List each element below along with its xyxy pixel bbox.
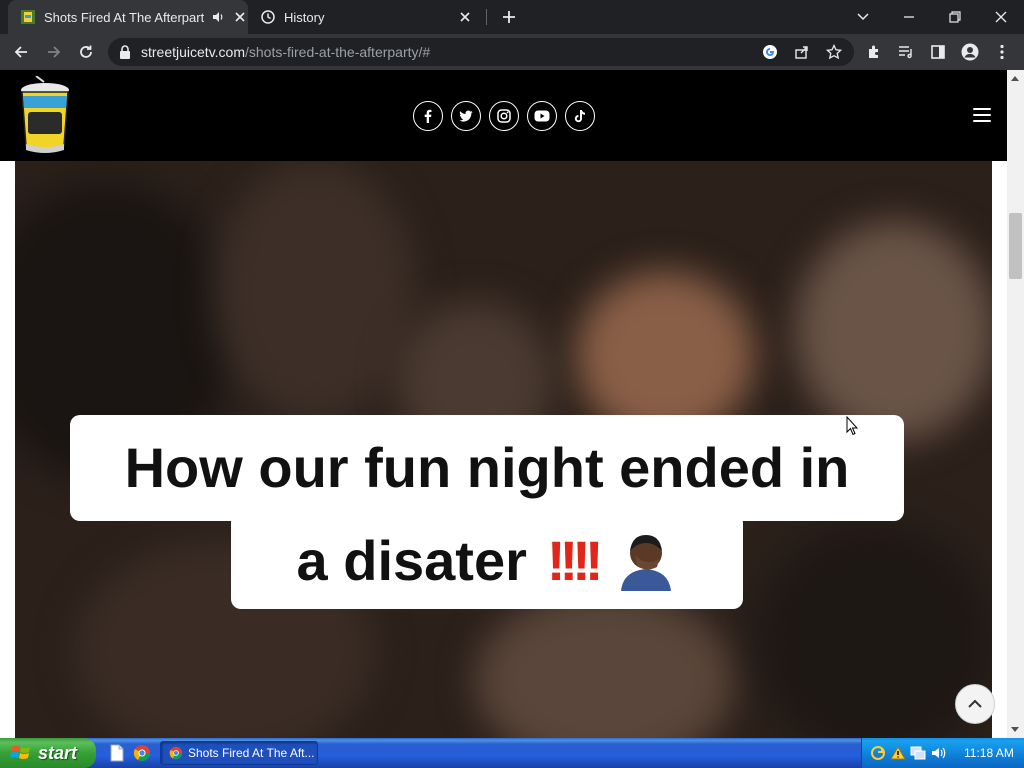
reload-icon [80,45,92,58]
volume-icon[interactable] [930,745,946,761]
chrome-icon [169,746,183,760]
warning-icon[interactable] [890,745,906,761]
google-lens-icon[interactable] [760,42,780,62]
back-button[interactable] [8,39,34,65]
video-frame-floor-2 [475,591,735,738]
history-icon [261,10,275,24]
twitter-icon [459,110,473,122]
url-host: streetjuicetv.com [141,44,245,60]
video-frame-figure [215,161,415,421]
playlist-icon [899,46,912,59]
profile-button[interactable] [957,39,983,65]
close-tab-icon[interactable] [232,9,248,25]
back-to-top-button[interactable] [955,684,995,724]
youtube-link[interactable] [527,101,557,131]
start-button[interactable]: start [0,738,96,768]
sync-icon[interactable] [870,745,886,761]
instagram-link[interactable] [489,101,519,131]
tab-separator [486,9,487,25]
video-frame-light [795,221,992,441]
mouse-cursor-icon [846,416,858,436]
taskbar-clock[interactable]: 11:18 AM [964,746,1014,760]
reload-button[interactable] [73,39,99,65]
url-path: /shots-fired-at-the-afterparty/# [245,44,431,60]
chrome-menu-button[interactable] [989,39,1015,65]
close-window-button[interactable] [988,4,1014,30]
minimize-button[interactable] [896,4,922,30]
site-favicon-icon [21,10,35,24]
instagram-icon [497,109,511,123]
forward-button[interactable] [41,39,67,65]
double-exclamation-emoji: !!!! [546,529,604,592]
chevron-up-icon [968,699,982,708]
share-icon[interactable] [792,42,812,62]
side-panel-button[interactable] [925,39,951,65]
youtube-icon [534,110,550,122]
caption-text: a disater [296,529,527,592]
tiktok-icon [574,110,585,123]
taskbar-chrome-window[interactable]: Shots Fired At The Aft... [160,741,318,765]
start-label: start [38,742,78,763]
plus-icon [503,11,515,23]
page-viewport: How our fun night ended in a disater !!!… [0,70,1024,738]
side-panel-icon [931,45,945,59]
tab-title: History [284,9,325,25]
social-links [413,101,595,131]
puzzle-icon [869,45,878,58]
page-scrollbar[interactable] [1007,70,1024,738]
scroll-down-arrow-icon[interactable] [1011,727,1019,732]
close-icon [995,11,1007,23]
hamburger-menu-icon[interactable] [973,108,991,122]
browser-toolbar: streetjuicetv.com/shots-fired-at-the-aft… [0,34,1024,70]
restore-icon [949,11,961,23]
back-arrow-icon [14,46,27,58]
url-text[interactable]: streetjuicetv.com/shots-fired-at-the-aft… [141,44,430,60]
minimize-icon [904,16,914,18]
show-desktop-icon[interactable] [108,744,126,762]
media-controls-button[interactable] [893,39,919,65]
chrome-quicklaunch-icon[interactable] [133,744,151,762]
windows-taskbar: start Shots Fired At The Aft... 11:18 AM [0,738,1024,768]
new-tab-button[interactable] [498,6,520,28]
system-tray: 11:18 AM [861,738,1024,768]
street-juice-logo[interactable] [14,76,76,156]
windows-flag-icon [10,746,30,759]
task-button-label: Shots Fired At The Aft... [188,746,315,760]
scroll-up-arrow-icon[interactable] [1011,76,1019,81]
video-player[interactable]: How our fun night ended in a disater !!!… [15,161,992,738]
close-tab-icon[interactable] [457,9,473,25]
tab-history[interactable]: History [250,0,485,34]
forward-arrow-icon [48,46,61,58]
address-bar[interactable]: streetjuicetv.com/shots-fired-at-the-aft… [108,38,854,66]
lock-icon[interactable] [118,44,132,60]
more-vert-icon [1000,44,1004,60]
tab-shots-fired[interactable]: Shots Fired At The Afterparty [8,0,248,34]
chevron-down-icon [857,13,869,21]
speaker-icon[interactable] [210,9,226,25]
tab-search-button[interactable] [850,4,876,30]
profile-avatar-icon [961,43,979,61]
facebook-link[interactable] [413,101,443,131]
scrollbar-thumb[interactable] [1009,213,1022,279]
network-icon[interactable] [910,745,926,761]
video-caption-line-2: a disater !!!! [231,513,743,609]
tab-title: Shots Fired At The Afterparty [44,9,204,25]
twitter-link[interactable] [451,101,481,131]
facepalm-emoji-icon [621,535,672,591]
bookmark-star-icon[interactable] [824,42,844,62]
tab-strip: Shots Fired At The Afterparty History [0,0,1024,34]
facebook-icon [424,109,432,123]
site-header [0,70,1007,161]
extensions-button[interactable] [861,39,887,65]
tiktok-link[interactable] [565,101,595,131]
video-caption-line-1: How our fun night ended in [70,415,904,521]
restore-button[interactable] [942,4,968,30]
caption-text: How our fun night ended in [124,436,850,499]
